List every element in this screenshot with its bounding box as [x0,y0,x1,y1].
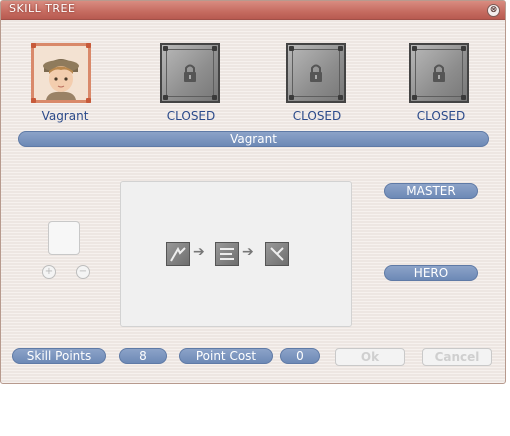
vagrant-portrait[interactable] [31,43,91,103]
arrow-icon: ➔ [193,244,205,260]
master-label: MASTER [384,183,478,199]
skill-tree-window: SKILL TREE ⊗ Vagrant CLOSED CLOSED CLOSE… [0,0,506,384]
plus-button[interactable]: + [42,265,56,279]
skill-1-icon[interactable] [166,242,190,266]
lock-icon [184,64,196,82]
skill-points-value: 8 [119,348,167,364]
arrow-icon: ➔ [242,244,254,260]
skill-points-label: Skill Points [12,348,106,364]
ok-button[interactable]: Ok [335,348,405,366]
locked-job-slot-3[interactable] [409,43,469,103]
minus-button[interactable]: − [76,265,90,279]
job-label-closed-1: CLOSED [166,109,216,123]
title-bar[interactable]: SKILL TREE ⊗ [1,1,505,20]
skill-slot[interactable] [48,221,80,255]
locked-job-slot-1[interactable] [160,43,220,103]
window-title: SKILL TREE [9,2,76,15]
locked-job-slot-2[interactable] [286,43,346,103]
skill-tree-panel: ➔ ➔ [120,181,352,327]
lock-icon [310,64,322,82]
lock-icon [433,64,445,82]
selected-job-bar: Vagrant [18,131,489,147]
cancel-button[interactable]: Cancel [422,348,492,366]
point-cost-value: 0 [280,348,320,364]
vagrant-character-image [34,46,88,100]
skill-2-icon[interactable] [215,242,239,266]
close-icon[interactable]: ⊗ [487,4,500,17]
job-label-closed-3: CLOSED [416,109,466,123]
hero-label: HERO [384,265,478,281]
job-label-vagrant: Vagrant [41,109,89,123]
point-cost-label: Point Cost [179,348,273,364]
job-label-closed-2: CLOSED [292,109,342,123]
skill-3-icon[interactable] [265,242,289,266]
